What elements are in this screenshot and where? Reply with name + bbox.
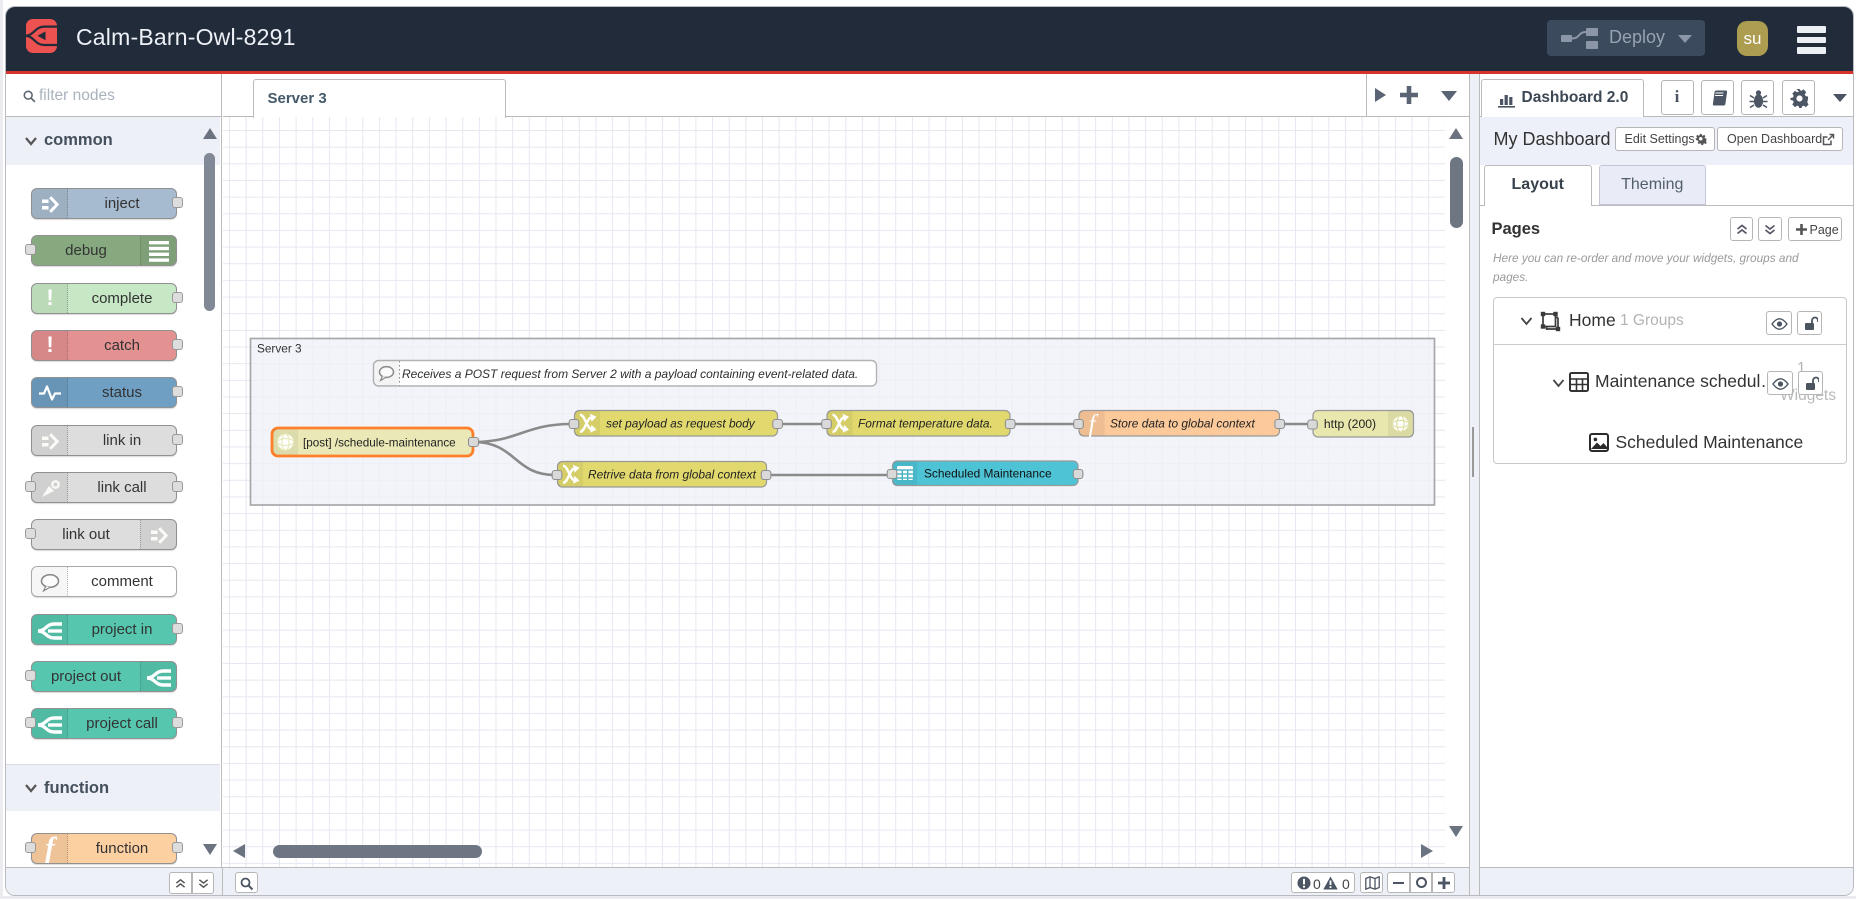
svg-text:http (200): http (200)	[1323, 417, 1375, 431]
svg-text:Retrive data from global conte: Retrive data from global context	[588, 468, 757, 482]
svg-text:[post] /schedule-maintenance: [post] /schedule-maintenance	[303, 436, 456, 449]
svg-text:set payload as request body: set payload as request body	[606, 417, 756, 431]
svg-text:Store data to global context: Store data to global context	[1110, 417, 1255, 431]
svg-text:Receives a POST request from S: Receives a POST request from Server 2 wi…	[402, 367, 858, 381]
svg-text:Format temperature data.: Format temperature data.	[858, 417, 993, 431]
svg-text:Scheduled Maintenance: Scheduled Maintenance	[924, 467, 1052, 481]
svg-text:Server 3: Server 3	[257, 342, 302, 356]
